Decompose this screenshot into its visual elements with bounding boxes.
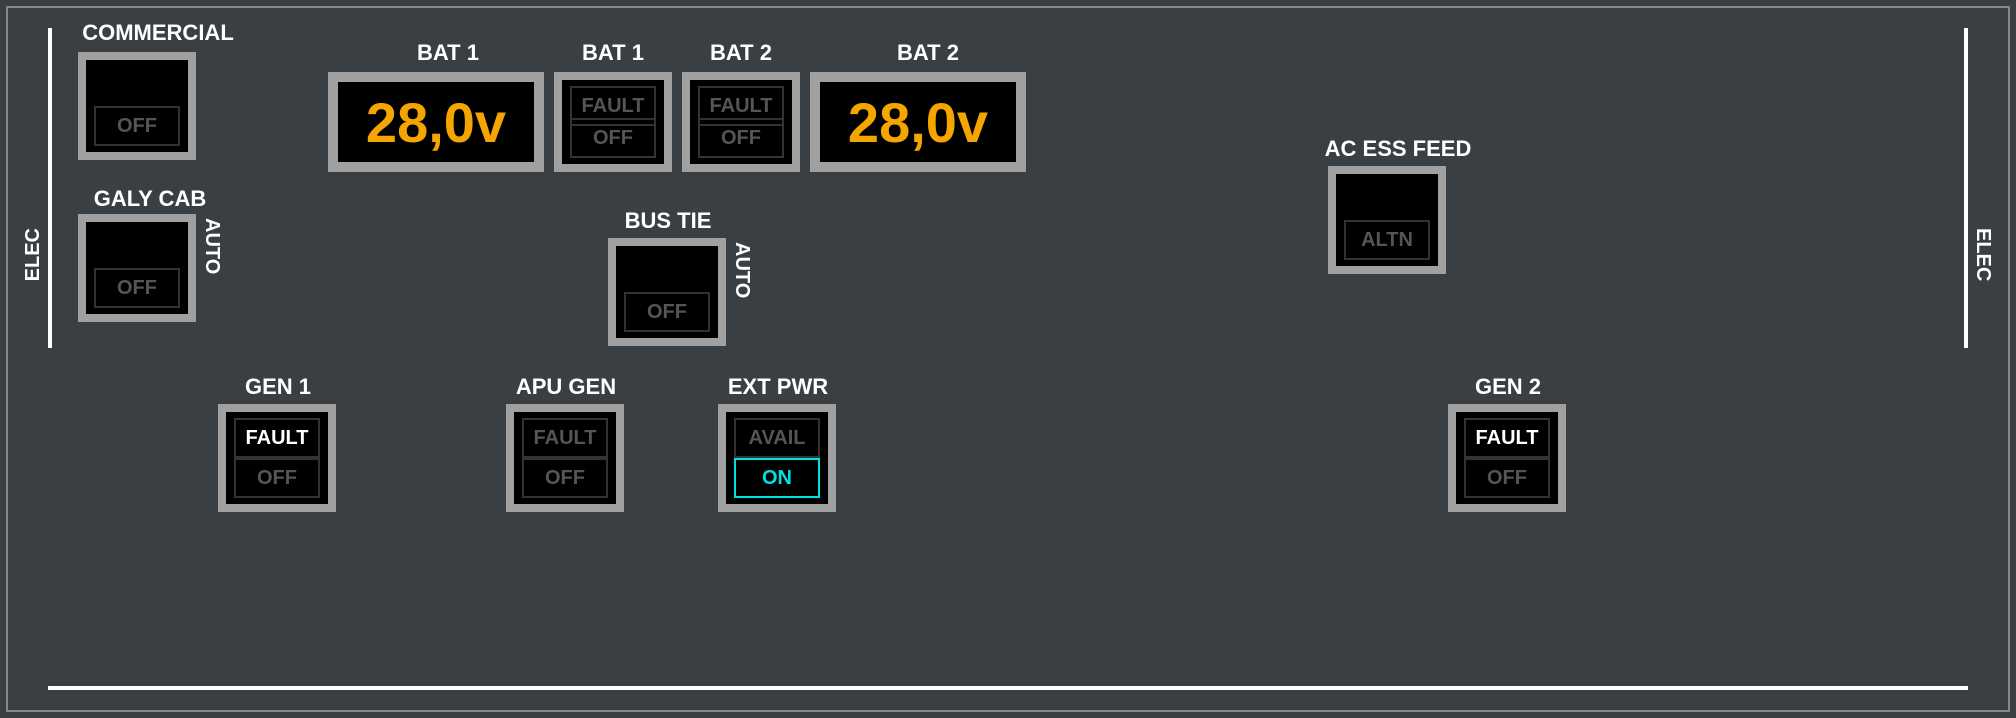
bat1-button[interactable]: FAULT OFF: [554, 72, 672, 172]
galycab-label: GALY CAB: [80, 186, 220, 212]
panel-border-right: [1964, 28, 1968, 348]
commercial-button[interactable]: OFF: [78, 52, 196, 160]
bat1-voltage-display: 28,0v: [328, 72, 544, 172]
apugen-off-annunciator: OFF: [522, 458, 608, 498]
gen1-fault-annunciator: FAULT: [234, 418, 320, 458]
apugen-button[interactable]: FAULT OFF: [506, 404, 624, 512]
bat1-off-annunciator: OFF: [570, 118, 656, 158]
extpwr-avail-annunciator: AVAIL: [734, 418, 820, 458]
bat2-button[interactable]: FAULT OFF: [682, 72, 800, 172]
galycab-auto-label: AUTO: [200, 218, 223, 274]
bat2-off-annunciator: OFF: [698, 118, 784, 158]
elec-label-left: ELEC: [22, 228, 45, 281]
commercial-label: COMMERCIAL: [68, 20, 248, 46]
bustie-button[interactable]: OFF: [608, 238, 726, 346]
gen1-button[interactable]: FAULT OFF: [218, 404, 336, 512]
bustie-label: BUS TIE: [598, 208, 738, 234]
panel-border-bottom: [48, 686, 1968, 690]
apugen-label: APU GEN: [486, 374, 646, 400]
bat2-button-label: BAT 2: [682, 40, 800, 66]
gen1-off-annunciator: OFF: [234, 458, 320, 498]
bat1-display-label: BAT 1: [348, 40, 548, 66]
apugen-fault-annunciator: FAULT: [522, 418, 608, 458]
acessfeed-label: AC ESS FEED: [1298, 136, 1498, 162]
extpwr-label: EXT PWR: [698, 374, 858, 400]
elec-label-right: ELEC: [1971, 228, 1994, 281]
extpwr-button[interactable]: AVAIL ON: [718, 404, 836, 512]
elec-panel: ELEC ELEC COMMERCIAL OFF BAT 1 28,0v BAT…: [6, 6, 2010, 712]
commercial-off-annunciator: OFF: [94, 106, 180, 146]
panel-border-left: [48, 28, 52, 348]
galycab-button[interactable]: OFF: [78, 214, 196, 322]
bat2-display-label: BAT 2: [828, 40, 1028, 66]
gen1-label: GEN 1: [208, 374, 348, 400]
acessfeed-altn-annunciator: ALTN: [1344, 220, 1430, 260]
acessfeed-button[interactable]: ALTN: [1328, 166, 1446, 274]
bustie-off-annunciator: OFF: [624, 292, 710, 332]
bat2-voltage-display: 28,0v: [810, 72, 1026, 172]
bat1-button-label: BAT 1: [554, 40, 672, 66]
extpwr-on-annunciator: ON: [734, 458, 820, 498]
gen2-fault-annunciator: FAULT: [1464, 418, 1550, 458]
gen2-button[interactable]: FAULT OFF: [1448, 404, 1566, 512]
galycab-off-annunciator: OFF: [94, 268, 180, 308]
bustie-auto-label: AUTO: [730, 242, 753, 298]
gen2-off-annunciator: OFF: [1464, 458, 1550, 498]
gen2-label: GEN 2: [1438, 374, 1578, 400]
